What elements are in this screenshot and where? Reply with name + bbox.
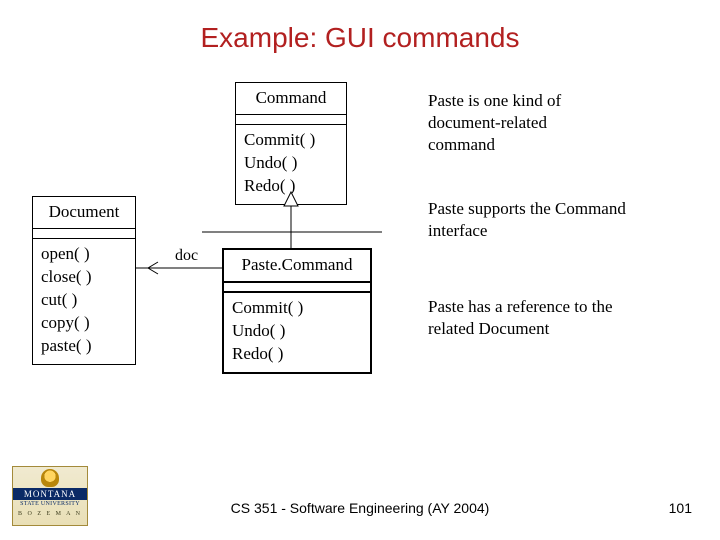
- op: close( ): [41, 266, 127, 289]
- class-operations: Commit( ) Undo( ) Redo( ): [224, 293, 370, 372]
- op: copy( ): [41, 312, 127, 335]
- logo-crest-icon: [41, 469, 59, 487]
- op: Commit( ): [244, 129, 338, 152]
- uml-class-command: Command Commit( ) Undo( ) Redo( ): [235, 82, 347, 205]
- class-operations: open( ) close( ) cut( ) copy( ) paste( ): [33, 239, 135, 364]
- class-name: Paste.Command: [224, 250, 370, 283]
- op: cut( ): [41, 289, 127, 312]
- note-paste-kind: Paste is one kind of document-related co…: [428, 90, 618, 156]
- class-name: Document: [33, 197, 135, 229]
- slide-title: Example: GUI commands: [0, 22, 720, 54]
- op: open( ): [41, 243, 127, 266]
- op: paste( ): [41, 335, 127, 358]
- note-paste-reference: Paste has a reference to the related Doc…: [428, 296, 628, 340]
- op: Undo( ): [232, 320, 362, 343]
- op: Redo( ): [244, 175, 338, 198]
- op: Redo( ): [232, 343, 362, 366]
- class-attributes-empty: [224, 283, 370, 293]
- class-attributes-empty: [236, 115, 346, 125]
- association-label-doc: doc: [175, 247, 198, 265]
- logo-name: MONTANA: [13, 488, 87, 500]
- class-attributes-empty: [33, 229, 135, 239]
- note-paste-interface: Paste supports the Command interface: [428, 198, 628, 242]
- uml-class-document: Document open( ) close( ) cut( ) copy( )…: [32, 196, 136, 365]
- uml-class-paste-command: Paste.Command Commit( ) Undo( ) Redo( ): [222, 248, 372, 374]
- op: Commit( ): [232, 297, 362, 320]
- montana-state-logo: MONTANA STATE UNIVERSITY B O Z E M A N: [12, 466, 88, 526]
- footer-page-number: 101: [669, 500, 692, 516]
- class-name: Command: [236, 83, 346, 115]
- op: Undo( ): [244, 152, 338, 175]
- class-operations: Commit( ) Undo( ) Redo( ): [236, 125, 346, 204]
- footer-course: CS 351 - Software Engineering (AY 2004): [0, 500, 720, 516]
